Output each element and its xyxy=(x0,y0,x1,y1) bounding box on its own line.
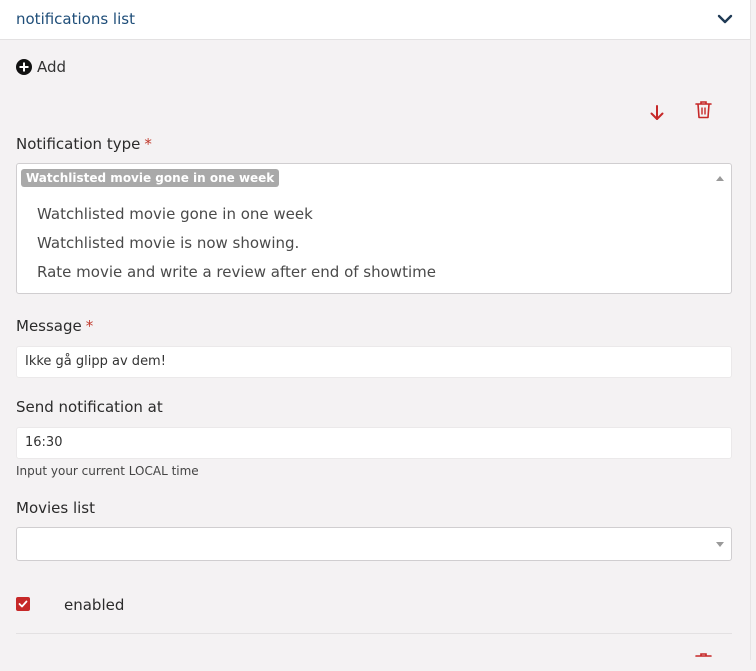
enabled-checkbox[interactable] xyxy=(16,597,30,611)
required-mark: * xyxy=(144,135,152,153)
send-at-label: Send notification at xyxy=(16,398,163,416)
notification-type-label: Notification type * xyxy=(16,135,152,153)
send-at-help-text: Input your current LOCAL time xyxy=(16,464,199,478)
option-item[interactable]: Watchlisted movie is now showing. xyxy=(17,229,731,258)
enabled-label: enabled xyxy=(64,596,125,614)
message-input[interactable]: Ikke gå glipp av dem! xyxy=(16,346,732,378)
add-button[interactable]: Add xyxy=(16,58,66,76)
movies-list-select[interactable] xyxy=(16,527,732,561)
trash-icon[interactable] xyxy=(695,100,712,119)
notification-type-select[interactable]: Watchlisted movie gone in one week Watch… xyxy=(16,163,732,294)
option-item[interactable]: Rate movie and write a review after end … xyxy=(17,258,731,287)
panel-border xyxy=(750,0,751,660)
plus-circle-icon xyxy=(16,59,32,75)
notification-type-label-text: Notification type xyxy=(16,135,141,153)
message-label: Message * xyxy=(16,317,93,335)
caret-up-icon[interactable] xyxy=(716,176,724,181)
required-mark: * xyxy=(85,317,94,335)
notification-type-options: Watchlisted movie gone in one week Watch… xyxy=(17,196,731,293)
caret-down-icon[interactable] xyxy=(716,542,724,547)
divider xyxy=(16,633,732,634)
selected-tag: Watchlisted movie gone in one week xyxy=(21,169,280,187)
notification-type-select-control[interactable]: Watchlisted movie gone in one week xyxy=(17,164,731,196)
option-item[interactable]: Watchlisted movie gone in one week xyxy=(17,200,731,229)
check-icon xyxy=(18,600,28,608)
section-header[interactable]: notifications list xyxy=(0,0,750,40)
message-label-text: Message xyxy=(16,317,82,335)
movies-list-label: Movies list xyxy=(16,499,96,517)
add-label: Add xyxy=(37,58,67,76)
trash-icon[interactable] xyxy=(695,652,712,671)
send-at-time-input[interactable]: 16:30 xyxy=(16,427,732,459)
arrow-down-icon[interactable] xyxy=(648,104,666,122)
section-title: notifications list xyxy=(16,10,135,28)
chevron-down-icon[interactable] xyxy=(716,12,734,26)
